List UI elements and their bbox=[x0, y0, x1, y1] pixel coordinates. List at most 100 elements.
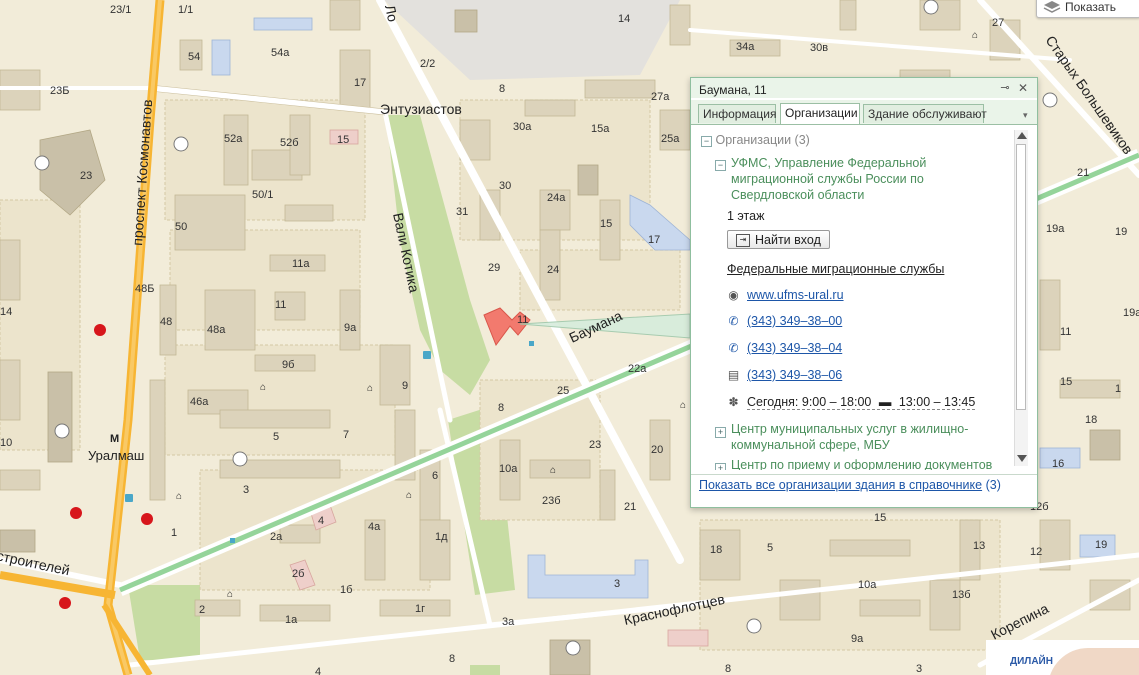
close-icon[interactable]: ✕ bbox=[1017, 82, 1029, 94]
org-1-fax[interactable]: (343) 349–38–06 bbox=[747, 368, 842, 382]
expand-icon[interactable]: + bbox=[715, 427, 726, 438]
house-number-label: 3а bbox=[502, 616, 515, 628]
break-icon: ▬ bbox=[878, 395, 892, 409]
org-3-name-line-1[interactable]: Центр по приему и оформлению документов bbox=[731, 458, 992, 470]
scroll-down-icon[interactable] bbox=[1017, 455, 1027, 462]
house-number-label: 50 bbox=[175, 221, 187, 233]
house-number-label: 1 bbox=[171, 527, 177, 539]
tab-organizations[interactable]: Организации bbox=[780, 103, 860, 124]
house-number-label: 2 bbox=[199, 604, 205, 616]
show-all-organizations[interactable]: Показать все организации здания в справо… bbox=[699, 478, 1001, 492]
org-1-name-line-3[interactable]: Свердловской области bbox=[731, 188, 864, 202]
park bbox=[128, 585, 200, 660]
org-1-toggle[interactable]: − bbox=[715, 157, 726, 171]
house-number-label: 27 bbox=[992, 17, 1004, 29]
house-number-label: 4 bbox=[315, 666, 321, 675]
house-number-label: 19а bbox=[1123, 307, 1139, 319]
org-1-phone-1[interactable]: (343) 349–38–00 bbox=[747, 314, 842, 328]
fax-icon: ▤ bbox=[727, 368, 740, 382]
pin-icon[interactable]: ⊸ bbox=[999, 82, 1011, 94]
tab-info[interactable]: Информация bbox=[698, 104, 776, 123]
org-1-phone-2[interactable]: (343) 349–38–04 bbox=[747, 341, 842, 355]
popup-footer: Показать все организации здания в справо… bbox=[691, 474, 1037, 508]
ad-image bbox=[1048, 648, 1139, 675]
map-symbol: ⌂ bbox=[406, 490, 412, 501]
org-1-category-link[interactable]: Федеральные миграционные службы bbox=[727, 262, 944, 276]
scroll-thumb[interactable] bbox=[1016, 144, 1026, 410]
house-number-label: 25а bbox=[661, 133, 680, 145]
house-number-label: 17 bbox=[354, 77, 366, 89]
map-symbol: ⌂ bbox=[367, 383, 373, 394]
house-number-label: 8 bbox=[725, 663, 731, 675]
house-number-label: 1а bbox=[285, 614, 298, 626]
organizations-group-label: Организации (3) bbox=[715, 133, 810, 147]
show-layers-button[interactable]: Показать bbox=[1036, 0, 1139, 18]
org-2-name-line-1[interactable]: Центр муниципальных услуг в жилищно- bbox=[731, 422, 968, 436]
house-number-label: 23 bbox=[589, 439, 601, 451]
house-number-label: 7 bbox=[343, 429, 349, 441]
find-entrance-button[interactable]: ⇥ Найти вход bbox=[727, 230, 830, 249]
layers-icon bbox=[1043, 1, 1061, 13]
house-number-label: 29 bbox=[488, 262, 500, 274]
house-number-label: 52а bbox=[224, 133, 243, 145]
collapse-icon[interactable]: − bbox=[715, 160, 726, 171]
house-number-label: 24 bbox=[547, 264, 559, 276]
org-1-website-link[interactable]: www.ufms-ural.ru bbox=[747, 288, 844, 302]
tab-building-services[interactable]: Здание обслуживают bbox=[863, 104, 987, 123]
org-1-hours[interactable]: Сегодня: 9:00 – 18:00 ▬ 13:00 – 13:45 bbox=[747, 395, 976, 410]
scroll-up-icon[interactable] bbox=[1017, 132, 1027, 139]
house-number-label: 11 bbox=[517, 314, 528, 326]
house-number-label: 14 bbox=[618, 13, 630, 25]
house-number-label: 5 bbox=[273, 431, 279, 443]
house-number-label: 15 bbox=[600, 218, 612, 230]
tabs-menu-icon[interactable]: ▾ bbox=[1023, 110, 1028, 121]
org-1-name-line-1[interactable]: УФМС, Управление Федеральной bbox=[731, 156, 926, 170]
popup-scrollbar[interactable] bbox=[1014, 130, 1028, 466]
house-number-label: 1б bbox=[340, 584, 352, 596]
house-number-label: 24а bbox=[547, 192, 566, 204]
show-all-organizations-link[interactable]: Показать все организации здания в справо… bbox=[699, 478, 982, 492]
house-number-label: 2а bbox=[270, 531, 283, 543]
organizations-group-header[interactable]: − Организации (3) bbox=[701, 133, 810, 147]
org-3-toggle[interactable]: + bbox=[715, 460, 726, 470]
house-number-label: 6 bbox=[432, 470, 438, 482]
house-number-label: 9а bbox=[851, 633, 864, 645]
house-number-label: 27а bbox=[651, 91, 670, 103]
phone-icon: ✆ bbox=[728, 341, 739, 355]
house-number-label: 22а bbox=[628, 363, 647, 375]
house-number-label: 52б bbox=[280, 137, 299, 149]
house-number-label: 54а bbox=[271, 47, 290, 59]
house-number-label: 9б bbox=[282, 359, 294, 371]
house-number-label: 3 bbox=[243, 484, 249, 496]
org-2-toggle[interactable]: + bbox=[715, 424, 726, 438]
house-number-label: 1 bbox=[1115, 383, 1121, 395]
house-number-label: 15 bbox=[337, 134, 349, 146]
map-symbol: ⌂ bbox=[972, 30, 978, 41]
org-2-name-line-2[interactable]: коммунальной сфере, МБУ bbox=[731, 438, 890, 452]
org-1-name-line-2[interactable]: миграционной службы России по bbox=[731, 172, 924, 186]
house-number-label: 46а bbox=[190, 396, 209, 408]
ad-brand-logo: ДИЛАЙН bbox=[1010, 656, 1053, 667]
house-number-label: 3 bbox=[614, 578, 620, 590]
house-number-label: 11а bbox=[292, 258, 310, 270]
show-layers-label: Показать bbox=[1065, 0, 1117, 14]
collapse-icon[interactable]: − bbox=[701, 136, 712, 147]
phone-icon: ✆ bbox=[728, 314, 739, 328]
map-symbol: ⌂ bbox=[176, 491, 182, 502]
house-number-label: 16 bbox=[1052, 458, 1064, 470]
advertisement-banner[interactable]: ДИЛАЙН bbox=[986, 640, 1139, 675]
house-number-label: 54 bbox=[188, 51, 200, 63]
house-number-label: 1/1 bbox=[178, 4, 193, 16]
house-number-label: 10а bbox=[499, 463, 518, 475]
clock-icon: ✽ bbox=[728, 395, 739, 409]
house-number-label: 21 bbox=[1077, 167, 1089, 179]
house-number-label: 4 bbox=[318, 515, 324, 527]
house-number-label: 48Б bbox=[135, 283, 154, 295]
expand-icon[interactable]: + bbox=[715, 463, 726, 470]
house-number-label: 18 bbox=[710, 544, 722, 556]
house-number-label: 15 bbox=[1060, 376, 1072, 388]
house-number-label: 34а bbox=[736, 41, 755, 53]
house-number-label: 20 bbox=[651, 444, 663, 456]
metro-letter: М bbox=[110, 433, 119, 445]
map-symbol: ⌂ bbox=[260, 382, 266, 393]
